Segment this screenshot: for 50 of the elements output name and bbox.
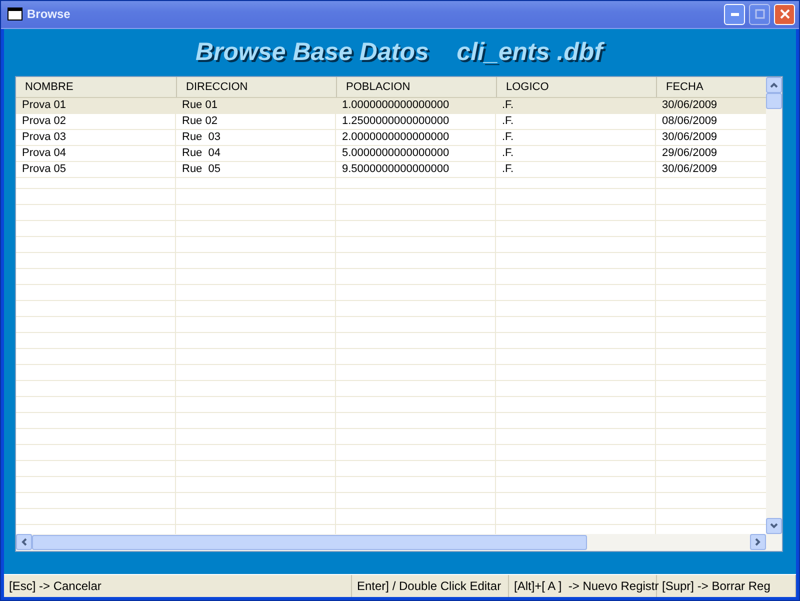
table-cell: Rue 01: [176, 98, 336, 113]
table-row[interactable]: Prova 05 Rue 05 9.5000000000000000 .F. 30/06/2009: [16, 162, 766, 178]
table-cell: Rue 03: [176, 130, 336, 145]
window-icon: [7, 7, 23, 22]
minimize-icon: [730, 12, 738, 16]
table-cell: Rue 04: [176, 146, 336, 161]
table-cell: 5.0000000000000000: [336, 146, 496, 161]
table-cell: Rue 05: [176, 162, 336, 177]
status-text: [Alt]+[ A ] -> Nuevo Registr: [509, 574, 657, 597]
table-row[interactable]: Prova 01 Rue 01 1.0000000000000000 .F. 30/06/2009: [16, 98, 766, 114]
table-cell: Prova 03: [16, 130, 176, 145]
table-cell: Prova 02: [16, 114, 176, 129]
vertical-scrollbar[interactable]: [766, 76, 782, 534]
scroll-thumb[interactable]: [766, 92, 782, 109]
table-cell: 1.2500000000000000: [336, 114, 496, 129]
table-cell: .F.: [496, 146, 656, 161]
column-header[interactable]: DIRECCION: [176, 76, 336, 97]
table-cell: 9.5000000000000000: [336, 162, 496, 177]
table-cell: Rue 02: [176, 114, 336, 129]
maximize-icon: [754, 9, 764, 20]
close-icon: [780, 9, 790, 20]
column-header[interactable]: POBLACION: [336, 76, 496, 97]
window-title: Browse: [27, 7, 72, 22]
minimize-button[interactable]: [724, 4, 745, 25]
table-cell: Prova 04: [16, 146, 176, 161]
table-cell: .F.: [496, 162, 656, 177]
status-text: Enter] / Double Click Editar: [352, 574, 509, 597]
table-row[interactable]: Prova 02 Rue 02 1.2500000000000000 .F. 08/06/2009: [16, 114, 766, 130]
scroll-thumb[interactable]: [32, 534, 587, 550]
column-header[interactable]: NOMBRE: [16, 76, 176, 97]
scroll-left-button[interactable]: [16, 534, 32, 550]
table-row[interactable]: Prova 03 Rue 03 2.0000000000000000 .F. 30/06/2009: [16, 130, 766, 146]
column-header[interactable]: LOGICO: [496, 76, 656, 97]
horizontal-scrollbar[interactable]: [16, 534, 782, 551]
scroll-down-button[interactable]: [766, 518, 782, 534]
status-text: [Supr] -> Borrar Reg: [657, 574, 796, 597]
scroll-up-button[interactable]: [766, 76, 782, 93]
scroll-right-button[interactable]: [750, 534, 766, 550]
table-cell: .F.: [496, 114, 656, 129]
table-row[interactable]: Prova 04 Rue 04 5.0000000000000000 .F. 29/06/2009: [16, 146, 766, 162]
heading: Browse Base Datos cli_ents .dbf: [195, 38, 603, 67]
table-cell: 1.0000000000000000: [336, 98, 496, 113]
close-button[interactable]: [774, 4, 795, 25]
table-cell: 2.0000000000000000: [336, 130, 496, 145]
maximize-button[interactable]: [749, 4, 770, 25]
table-cell: Prova 05: [16, 162, 176, 177]
table-cell: .F.: [496, 98, 656, 113]
table-cell: .F.: [496, 130, 656, 145]
table-cell: Prova 01: [16, 98, 176, 113]
status-text: [Esc] -> Cancelar: [4, 574, 352, 597]
